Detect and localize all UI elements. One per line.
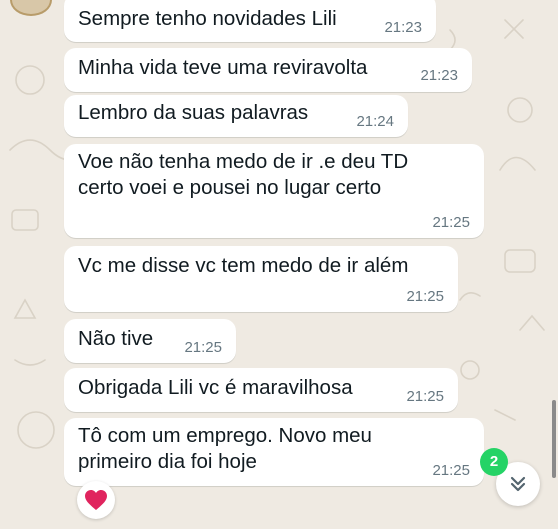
message-time: 21:25	[406, 388, 444, 405]
message-time: 21:25	[432, 462, 470, 479]
message-time: 21:25	[432, 214, 470, 231]
message-time: 21:25	[406, 288, 444, 305]
double-chevron-down-icon	[510, 476, 526, 492]
message-text: Voe não tenha medo de ir .e deu TD certo…	[78, 150, 409, 199]
heart-icon	[85, 490, 107, 510]
message-bubble[interactable]: Lembro da suas palavras 21:24	[64, 95, 408, 137]
message-text: Sempre tenho novidades Lili	[78, 7, 337, 30]
message-time: 21:23	[384, 19, 422, 36]
message-bubble[interactable]: Minha vida teve uma reviravolta 21:23	[64, 48, 472, 92]
message-bubble[interactable]: Sempre tenho novidades Lili 21:23	[64, 0, 436, 42]
message-text: Vc me disse vc tem medo de ir além	[78, 254, 409, 277]
message-time: 21:23	[420, 67, 458, 84]
message-bubble[interactable]: Voe não tenha medo de ir .e deu TD certo…	[64, 144, 484, 238]
unread-count-badge: 2	[480, 448, 508, 476]
message-text: Obrigada Lili vc é maravilhosa	[78, 376, 353, 399]
avatar[interactable]	[10, 0, 52, 16]
message-text: Minha vida teve uma reviravolta	[78, 56, 368, 79]
message-text: Lembro da suas palavras	[78, 101, 309, 124]
message-text: Tô com um emprego. Novo meu primeiro dia…	[78, 424, 372, 473]
scrollbar-thumb[interactable]	[552, 400, 556, 478]
heart-reaction[interactable]	[77, 481, 115, 519]
message-text: Não tive	[78, 327, 154, 350]
message-bubble[interactable]: Não tive 21:25	[64, 319, 236, 363]
message-list: Sempre tenho novidades Lili 21:23 Minha …	[0, 0, 558, 529]
message-bubble[interactable]: Tô com um emprego. Novo meu primeiro dia…	[64, 418, 484, 486]
message-bubble[interactable]: Obrigada Lili vc é maravilhosa 21:25	[64, 368, 458, 412]
message-time: 21:25	[184, 339, 222, 356]
message-bubble[interactable]: Vc me disse vc tem medo de ir além 21:25	[64, 246, 458, 312]
message-time: 21:24	[356, 113, 394, 130]
